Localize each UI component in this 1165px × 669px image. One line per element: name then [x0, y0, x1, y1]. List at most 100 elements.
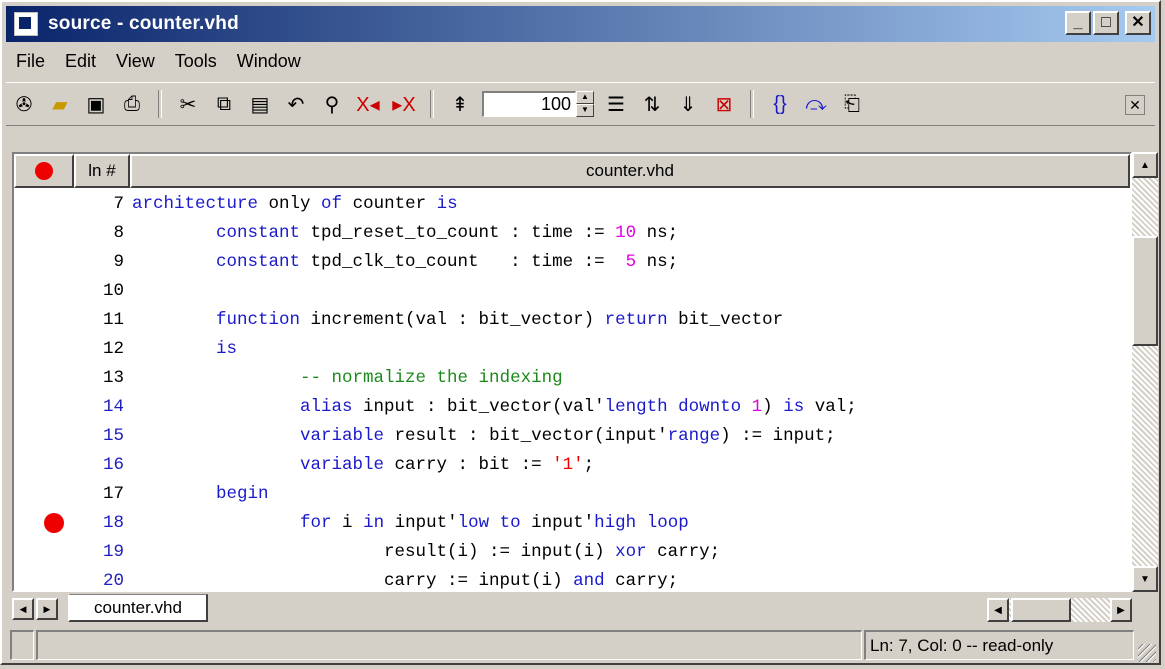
- step-icon[interactable]: {}: [765, 89, 795, 119]
- source-editor[interactable]: ln # counter.vhd 7 architecture only of c…: [12, 152, 1132, 592]
- code-token: 5: [615, 252, 637, 272]
- code-area[interactable]: 7 architecture only of counter is 8 consta…: [14, 190, 1130, 590]
- code-line[interactable]: 11 function increment(val : bit_vector) …: [14, 306, 1130, 335]
- scroll-down-icon[interactable]: ▼: [1132, 566, 1158, 592]
- copy-icon[interactable]: ⧉: [209, 89, 239, 119]
- code-line[interactable]: 13 -- normalize the indexing: [14, 364, 1130, 393]
- code-text: architecture only of counter is: [132, 190, 458, 219]
- compile-icon[interactable]: ✇: [9, 89, 39, 119]
- code-token: ns;: [636, 223, 679, 243]
- code-line[interactable]: 18 for i in input'low to input'high loop: [14, 509, 1130, 538]
- code-line[interactable]: 8 constant tpd_reset_to_count : time := …: [14, 219, 1130, 248]
- code-token: counter: [342, 194, 437, 214]
- tab-prev-icon[interactable]: ◀: [12, 598, 34, 620]
- code-token: begin: [216, 484, 269, 504]
- code-text: alias input : bit_vector(val'length down…: [132, 393, 857, 422]
- menu-tools[interactable]: Tools: [165, 51, 227, 72]
- code-token: and: [573, 571, 605, 591]
- line-number-column-header[interactable]: ln #: [74, 154, 130, 188]
- undo-icon[interactable]: ↶: [281, 89, 311, 119]
- code-line[interactable]: 14 alias input : bit_vector(val'length d…: [14, 393, 1130, 422]
- code-token: return: [604, 310, 668, 330]
- code-token: for: [300, 513, 332, 533]
- code-text: begin: [132, 480, 269, 509]
- code-token: val;: [804, 397, 857, 417]
- show-lines-icon[interactable]: ☰: [601, 89, 631, 119]
- menu-edit[interactable]: Edit: [55, 51, 106, 72]
- code-token: '1': [552, 455, 584, 475]
- clear-bookmarks-icon[interactable]: ⊠: [709, 89, 739, 119]
- code-line[interactable]: 15 variable result : bit_vector(input'ra…: [14, 422, 1130, 451]
- caption-buttons: _ □ ✕: [1065, 11, 1151, 35]
- cut-icon[interactable]: ✂: [173, 89, 203, 119]
- toolbar-separator: [430, 90, 434, 118]
- code-token: carry;: [604, 571, 679, 591]
- toggle-bookmark-icon[interactable]: ⇓: [673, 89, 703, 119]
- menu-window[interactable]: Window: [227, 51, 311, 72]
- code-line[interactable]: 20 carry := input(i) and carry;: [14, 567, 1130, 591]
- prev-error-icon[interactable]: X◂: [353, 89, 383, 119]
- code-text: carry := input(i) and carry;: [132, 567, 679, 591]
- line-number: 9: [113, 252, 124, 272]
- scroll-up-icon[interactable]: ▲: [1132, 152, 1158, 178]
- zoom-input[interactable]: 100: [482, 91, 576, 117]
- insert-icon[interactable]: ⇞: [445, 89, 475, 119]
- breakpoint-icon[interactable]: [44, 513, 64, 533]
- scroll-left-icon[interactable]: ◀: [987, 598, 1009, 622]
- line-number: 15: [102, 426, 124, 446]
- code-token: is: [216, 339, 238, 359]
- code-token: input : bit_vector(val': [352, 397, 605, 417]
- code-line[interactable]: 10: [14, 277, 1130, 306]
- code-token: result : bit_vector(input': [384, 426, 668, 446]
- menu-file[interactable]: File: [6, 51, 55, 72]
- spin-down-icon[interactable]: ▼: [576, 104, 594, 117]
- code-line[interactable]: 9 constant tpd_clk_to_count : time := 5 …: [14, 248, 1130, 277]
- app-icon[interactable]: [14, 12, 38, 36]
- code-line[interactable]: 12 is: [14, 335, 1130, 364]
- file-name-column-header[interactable]: counter.vhd: [130, 154, 1130, 188]
- find-icon[interactable]: ⚲: [317, 89, 347, 119]
- tab-counter-vhd[interactable]: counter.vhd: [68, 594, 208, 622]
- minimize-button[interactable]: _: [1065, 11, 1091, 35]
- code-token: length: [604, 397, 668, 417]
- editor-column-header: ln # counter.vhd: [14, 154, 1130, 188]
- code-line[interactable]: 17 begin: [14, 480, 1130, 509]
- maximize-button[interactable]: □: [1093, 11, 1119, 35]
- vertical-scroll-thumb[interactable]: [1132, 236, 1158, 346]
- breakpoint-column-header[interactable]: [14, 154, 74, 188]
- code-line[interactable]: 19 result(i) := input(i) xor carry;: [14, 538, 1130, 567]
- code-token: carry := input(i): [132, 571, 574, 591]
- title-bar[interactable]: source - counter.vhd _ □ ✕: [6, 6, 1155, 42]
- code-line[interactable]: 16 variable carry : bit := '1';: [14, 451, 1130, 480]
- paste-icon[interactable]: ▤: [245, 89, 275, 119]
- print-icon[interactable]: ⎙: [117, 89, 147, 119]
- line-number: 16: [102, 455, 124, 475]
- vertical-scrollbar[interactable]: ▲ ▼: [1132, 152, 1158, 592]
- code-token: 10: [615, 223, 637, 243]
- scroll-right-icon[interactable]: ▶: [1110, 598, 1132, 622]
- next-error-icon[interactable]: ▸X: [389, 89, 419, 119]
- code-token: ns;: [636, 252, 679, 272]
- status-position: Ln: 7, Col: 0 -- read-only: [864, 630, 1134, 660]
- open-icon[interactable]: ▰: [45, 89, 75, 119]
- horizontal-scrollbar[interactable]: ◀ ▶: [987, 598, 1132, 622]
- horizontal-scroll-thumb[interactable]: [1011, 598, 1071, 622]
- menu-view[interactable]: View: [106, 51, 165, 72]
- zoom-spinner[interactable]: ▲ ▼: [576, 91, 594, 117]
- step-out-icon[interactable]: ⎗: [837, 89, 867, 119]
- code-line[interactable]: 7 architecture only of counter is: [14, 190, 1130, 219]
- spin-up-icon[interactable]: ▲: [576, 91, 594, 104]
- step-over-icon[interactable]: ⤼: [801, 89, 831, 119]
- code-token: ;: [583, 455, 595, 475]
- resize-grip-icon[interactable]: [1138, 644, 1156, 662]
- save-icon[interactable]: ▣: [81, 89, 111, 119]
- close-button[interactable]: ✕: [1125, 11, 1151, 35]
- status-panel-left: [10, 630, 34, 660]
- tab-next-icon[interactable]: ▶: [36, 598, 58, 620]
- go-to-icon[interactable]: ⇅: [637, 89, 667, 119]
- toolbar-close-icon[interactable]: ✕: [1125, 95, 1145, 115]
